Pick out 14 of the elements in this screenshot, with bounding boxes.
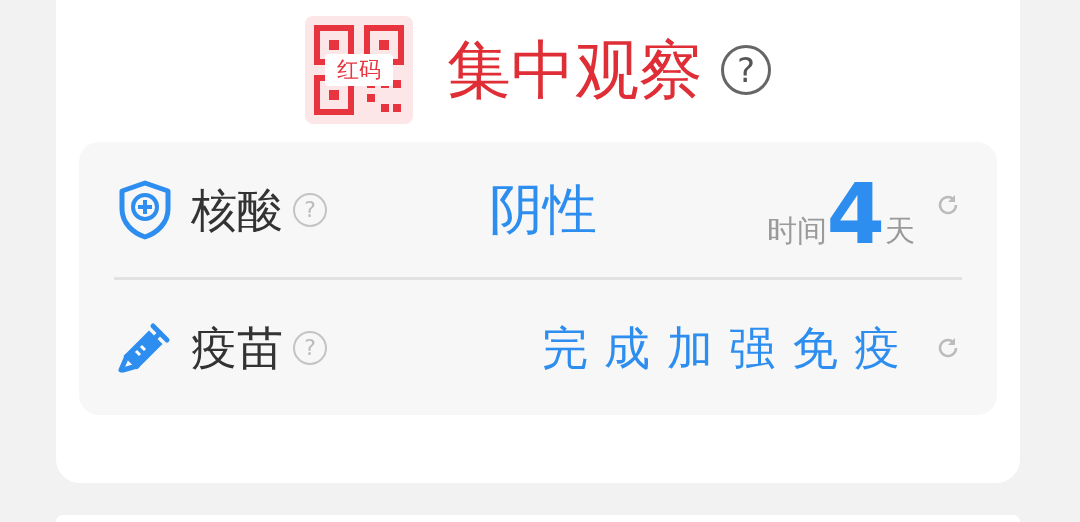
days-count: 4 [826,180,885,249]
test-result: 阴性 [489,182,597,237]
help-icon[interactable]: ? [293,330,327,365]
check-label: 核酸 [191,186,283,233]
check-label: 疫苗 [191,324,283,371]
code-label: 红码 [336,56,382,84]
days-unit: 天 [885,216,915,247]
status-title: 集中观察 [447,38,703,102]
shield-plus-icon [117,178,173,241]
help-icon[interactable]: ? [293,192,327,227]
qr-code-icon [305,16,413,124]
time-label: 时间 [766,216,827,247]
help-icon[interactable]: ? [721,45,771,95]
vaccine-status: 完成加强免疫 [541,324,917,371]
